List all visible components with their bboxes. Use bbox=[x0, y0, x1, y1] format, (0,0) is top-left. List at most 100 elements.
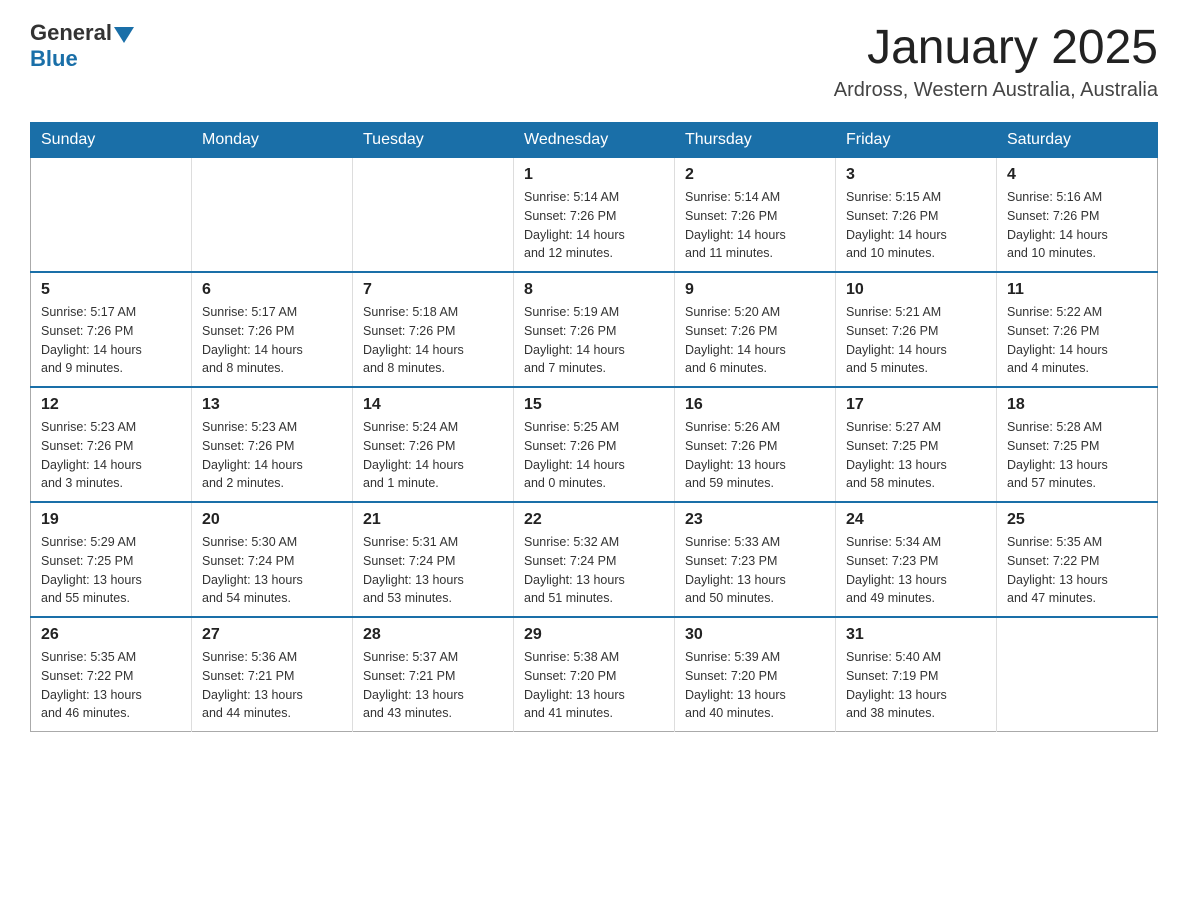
logo-triangle-icon bbox=[114, 27, 134, 43]
day-number: 25 bbox=[1007, 511, 1147, 529]
cell-w5-d1: 26 Sunrise: 5:35 AM Sunset: 7:22 PM Dayli… bbox=[31, 617, 192, 732]
day-number: 13 bbox=[202, 396, 342, 414]
cell-w3-d5: 16 Sunrise: 5:26 AM Sunset: 7:26 PM Dayli… bbox=[675, 387, 836, 502]
day-number: 2 bbox=[685, 166, 825, 184]
cell-w3-d3: 14 Sunrise: 5:24 AM Sunset: 7:26 PM Dayli… bbox=[353, 387, 514, 502]
day-number: 4 bbox=[1007, 166, 1147, 184]
day-number: 24 bbox=[846, 511, 986, 529]
day-info: Sunrise: 5:29 AM Sunset: 7:25 PM Dayligh… bbox=[41, 533, 181, 608]
day-number: 5 bbox=[41, 281, 181, 299]
calendar-body: 1 Sunrise: 5:14 AM Sunset: 7:26 PM Daylig… bbox=[31, 158, 1158, 732]
day-number: 6 bbox=[202, 281, 342, 299]
cell-w2-d2: 6 Sunrise: 5:17 AM Sunset: 7:26 PM Daylig… bbox=[192, 272, 353, 387]
cell-w2-d6: 10 Sunrise: 5:21 AM Sunset: 7:26 PM Dayli… bbox=[836, 272, 997, 387]
day-info: Sunrise: 5:22 AM Sunset: 7:26 PM Dayligh… bbox=[1007, 303, 1147, 378]
calendar-header: SundayMondayTuesdayWednesdayThursdayFrid… bbox=[31, 123, 1158, 158]
cell-w4-d5: 23 Sunrise: 5:33 AM Sunset: 7:23 PM Dayli… bbox=[675, 502, 836, 617]
day-info: Sunrise: 5:23 AM Sunset: 7:26 PM Dayligh… bbox=[41, 418, 181, 493]
day-number: 23 bbox=[685, 511, 825, 529]
day-number: 31 bbox=[846, 626, 986, 644]
day-info: Sunrise: 5:31 AM Sunset: 7:24 PM Dayligh… bbox=[363, 533, 503, 608]
day-info: Sunrise: 5:17 AM Sunset: 7:26 PM Dayligh… bbox=[202, 303, 342, 378]
day-info: Sunrise: 5:23 AM Sunset: 7:26 PM Dayligh… bbox=[202, 418, 342, 493]
cell-w5-d5: 30 Sunrise: 5:39 AM Sunset: 7:20 PM Dayli… bbox=[675, 617, 836, 732]
days-of-week-row: SundayMondayTuesdayWednesdayThursdayFrid… bbox=[31, 123, 1158, 158]
day-number: 29 bbox=[524, 626, 664, 644]
day-info: Sunrise: 5:21 AM Sunset: 7:26 PM Dayligh… bbox=[846, 303, 986, 378]
header-saturday: Saturday bbox=[997, 123, 1158, 158]
day-number: 26 bbox=[41, 626, 181, 644]
day-number: 3 bbox=[846, 166, 986, 184]
day-number: 8 bbox=[524, 281, 664, 299]
day-number: 17 bbox=[846, 396, 986, 414]
day-number: 11 bbox=[1007, 281, 1147, 299]
cell-w4-d3: 21 Sunrise: 5:31 AM Sunset: 7:24 PM Dayli… bbox=[353, 502, 514, 617]
cell-w3-d7: 18Sunrise: 5:28 AM Sunset: 7:25 PM Dayli… bbox=[997, 387, 1158, 502]
cell-w1-d5: 2 Sunrise: 5:14 AM Sunset: 7:26 PM Daylig… bbox=[675, 158, 836, 273]
cell-w2-d7: 11 Sunrise: 5:22 AM Sunset: 7:26 PM Dayli… bbox=[997, 272, 1158, 387]
logo-general: General bbox=[30, 20, 112, 46]
day-info: Sunrise: 5:38 AM Sunset: 7:20 PM Dayligh… bbox=[524, 648, 664, 723]
day-number: 30 bbox=[685, 626, 825, 644]
day-number: 19 bbox=[41, 511, 181, 529]
day-number: 10 bbox=[846, 281, 986, 299]
day-number: 1 bbox=[524, 166, 664, 184]
day-number: 18 bbox=[1007, 396, 1147, 414]
day-info: Sunrise: 5:36 AM Sunset: 7:21 PM Dayligh… bbox=[202, 648, 342, 723]
logo: General Blue bbox=[30, 20, 134, 72]
cell-w2-d4: 8Sunrise: 5:19 AM Sunset: 7:26 PM Daylig… bbox=[514, 272, 675, 387]
cell-w2-d5: 9Sunrise: 5:20 AM Sunset: 7:26 PM Daylig… bbox=[675, 272, 836, 387]
header-friday: Friday bbox=[836, 123, 997, 158]
day-info: Sunrise: 5:40 AM Sunset: 7:19 PM Dayligh… bbox=[846, 648, 986, 723]
cell-w3-d1: 12 Sunrise: 5:23 AM Sunset: 7:26 PM Dayli… bbox=[31, 387, 192, 502]
cell-w4-d4: 22Sunrise: 5:32 AM Sunset: 7:24 PM Dayli… bbox=[514, 502, 675, 617]
day-number: 14 bbox=[363, 396, 503, 414]
day-info: Sunrise: 5:39 AM Sunset: 7:20 PM Dayligh… bbox=[685, 648, 825, 723]
day-number: 27 bbox=[202, 626, 342, 644]
day-number: 12 bbox=[41, 396, 181, 414]
week-row-4: 19 Sunrise: 5:29 AM Sunset: 7:25 PM Dayli… bbox=[31, 502, 1158, 617]
day-info: Sunrise: 5:33 AM Sunset: 7:23 PM Dayligh… bbox=[685, 533, 825, 608]
day-number: 15 bbox=[524, 396, 664, 414]
day-info: Sunrise: 5:24 AM Sunset: 7:26 PM Dayligh… bbox=[363, 418, 503, 493]
cell-w1-d1 bbox=[31, 158, 192, 273]
day-info: Sunrise: 5:26 AM Sunset: 7:26 PM Dayligh… bbox=[685, 418, 825, 493]
day-info: Sunrise: 5:32 AM Sunset: 7:24 PM Dayligh… bbox=[524, 533, 664, 608]
header: General Blue January 2025 Ardross, Weste… bbox=[30, 20, 1158, 102]
cell-w1-d3 bbox=[353, 158, 514, 273]
day-number: 21 bbox=[363, 511, 503, 529]
day-number: 7 bbox=[363, 281, 503, 299]
day-info: Sunrise: 5:15 AM Sunset: 7:26 PM Dayligh… bbox=[846, 188, 986, 263]
day-info: Sunrise: 5:20 AM Sunset: 7:26 PM Dayligh… bbox=[685, 303, 825, 378]
header-thursday: Thursday bbox=[675, 123, 836, 158]
day-info: Sunrise: 5:35 AM Sunset: 7:22 PM Dayligh… bbox=[1007, 533, 1147, 608]
day-info: Sunrise: 5:27 AM Sunset: 7:25 PM Dayligh… bbox=[846, 418, 986, 493]
calendar-subtitle: Ardross, Western Australia, Australia bbox=[834, 79, 1158, 102]
cell-w3-d4: 15Sunrise: 5:25 AM Sunset: 7:26 PM Dayli… bbox=[514, 387, 675, 502]
cell-w5-d6: 31 Sunrise: 5:40 AM Sunset: 7:19 PM Dayli… bbox=[836, 617, 997, 732]
logo-blue: Blue bbox=[30, 46, 78, 72]
day-info: Sunrise: 5:30 AM Sunset: 7:24 PM Dayligh… bbox=[202, 533, 342, 608]
cell-w5-d7 bbox=[997, 617, 1158, 732]
header-sunday: Sunday bbox=[31, 123, 192, 158]
cell-w3-d6: 17 Sunrise: 5:27 AM Sunset: 7:25 PM Dayli… bbox=[836, 387, 997, 502]
day-number: 20 bbox=[202, 511, 342, 529]
week-row-1: 1 Sunrise: 5:14 AM Sunset: 7:26 PM Daylig… bbox=[31, 158, 1158, 273]
day-info: Sunrise: 5:14 AM Sunset: 7:26 PM Dayligh… bbox=[524, 188, 664, 263]
cell-w1-d2 bbox=[192, 158, 353, 273]
day-number: 16 bbox=[685, 396, 825, 414]
cell-w1-d4: 1 Sunrise: 5:14 AM Sunset: 7:26 PM Daylig… bbox=[514, 158, 675, 273]
day-info: Sunrise: 5:14 AM Sunset: 7:26 PM Dayligh… bbox=[685, 188, 825, 263]
cell-w2-d1: 5Sunrise: 5:17 AM Sunset: 7:26 PM Daylig… bbox=[31, 272, 192, 387]
cell-w5-d4: 29 Sunrise: 5:38 AM Sunset: 7:20 PM Dayli… bbox=[514, 617, 675, 732]
calendar-table: SundayMondayTuesdayWednesdayThursdayFrid… bbox=[30, 122, 1158, 732]
cell-w2-d3: 7 Sunrise: 5:18 AM Sunset: 7:26 PM Daylig… bbox=[353, 272, 514, 387]
day-number: 28 bbox=[363, 626, 503, 644]
week-row-5: 26 Sunrise: 5:35 AM Sunset: 7:22 PM Dayli… bbox=[31, 617, 1158, 732]
calendar-title: January 2025 bbox=[834, 20, 1158, 75]
cell-w1-d7: 4Sunrise: 5:16 AM Sunset: 7:26 PM Daylig… bbox=[997, 158, 1158, 273]
day-info: Sunrise: 5:35 AM Sunset: 7:22 PM Dayligh… bbox=[41, 648, 181, 723]
cell-w3-d2: 13 Sunrise: 5:23 AM Sunset: 7:26 PM Dayli… bbox=[192, 387, 353, 502]
header-tuesday: Tuesday bbox=[353, 123, 514, 158]
day-info: Sunrise: 5:18 AM Sunset: 7:26 PM Dayligh… bbox=[363, 303, 503, 378]
